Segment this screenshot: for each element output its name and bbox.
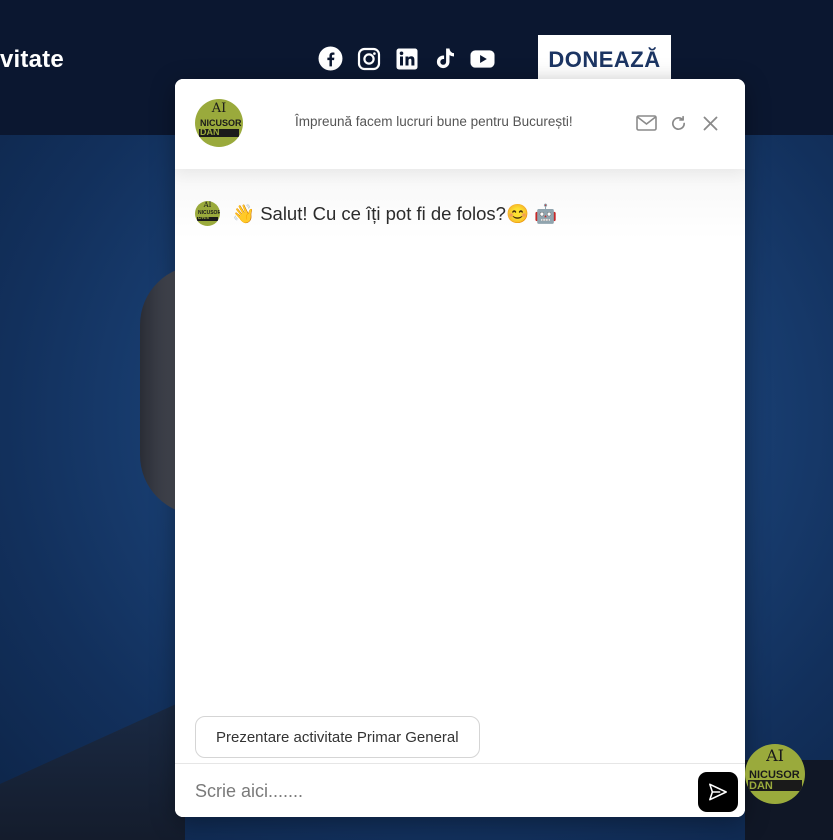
send-icon bbox=[709, 783, 727, 801]
bot-avatar: AI NICUSOR DAN bbox=[195, 99, 243, 147]
close-icon[interactable] bbox=[699, 113, 721, 133]
avatar-name: NICUSOR DAN bbox=[198, 211, 220, 221]
donate-button[interactable]: DONEAZĂ bbox=[538, 35, 671, 85]
suggestion-chip[interactable]: Prezentare activitate Primar General bbox=[195, 716, 480, 758]
robot-emoji: 🤖 bbox=[534, 202, 558, 224]
avatar-ai-label: AI bbox=[766, 746, 784, 765]
chat-tagline: Împreună facem lucruri bune pentru Bucur… bbox=[295, 114, 573, 129]
chat-launcher-avatar[interactable]: AI NICUSOR DAN bbox=[745, 744, 805, 804]
social-links bbox=[318, 46, 495, 71]
linkedin-icon[interactable] bbox=[394, 46, 419, 71]
message-list: AI NICUSOR DAN 👋 Salut! Cu ce îți pot fi … bbox=[175, 169, 745, 724]
chat-window: AI NICUSOR DAN Împreună facem lucruri bun… bbox=[175, 79, 745, 817]
facebook-icon[interactable] bbox=[318, 46, 343, 71]
avatar-ai-label: AI bbox=[203, 201, 212, 209]
smile-emoji: 😊 bbox=[505, 202, 530, 224]
avatar-name: NICUSOR DAN bbox=[749, 770, 800, 792]
message-input[interactable] bbox=[195, 774, 675, 808]
bot-avatar-small: AI NICUSOR DAN bbox=[195, 201, 220, 226]
greeting-text: 👋 Salut! Cu ce îți pot fi de folos?😊 🤖 bbox=[232, 203, 557, 225]
youtube-icon[interactable] bbox=[470, 46, 495, 71]
chat-composer bbox=[175, 763, 745, 817]
send-button[interactable] bbox=[698, 772, 738, 812]
instagram-icon[interactable] bbox=[356, 46, 381, 71]
avatar-name: NICUSOR DAN bbox=[200, 119, 242, 137]
avatar-name-line2: DAN bbox=[198, 215, 209, 221]
mail-icon[interactable] bbox=[635, 113, 657, 133]
chat-header-actions bbox=[635, 113, 721, 133]
avatar-ai-label: AI bbox=[211, 101, 227, 116]
chat-header: AI NICUSOR DAN Împreună facem lucruri bun… bbox=[175, 79, 745, 169]
nav-link-activitate[interactable]: vitate bbox=[0, 46, 64, 74]
tiktok-icon[interactable] bbox=[432, 46, 457, 71]
bot-message: AI NICUSOR DAN 👋 Salut! Cu ce îți pot fi … bbox=[195, 201, 557, 226]
wave-emoji: 👋 bbox=[232, 202, 256, 224]
refresh-icon[interactable] bbox=[667, 113, 689, 133]
avatar-name-line2: DAN bbox=[200, 127, 220, 137]
greeting-body: Salut! Cu ce îți pot fi de folos? bbox=[260, 202, 506, 224]
avatar-name-line2: DAN bbox=[749, 780, 773, 792]
